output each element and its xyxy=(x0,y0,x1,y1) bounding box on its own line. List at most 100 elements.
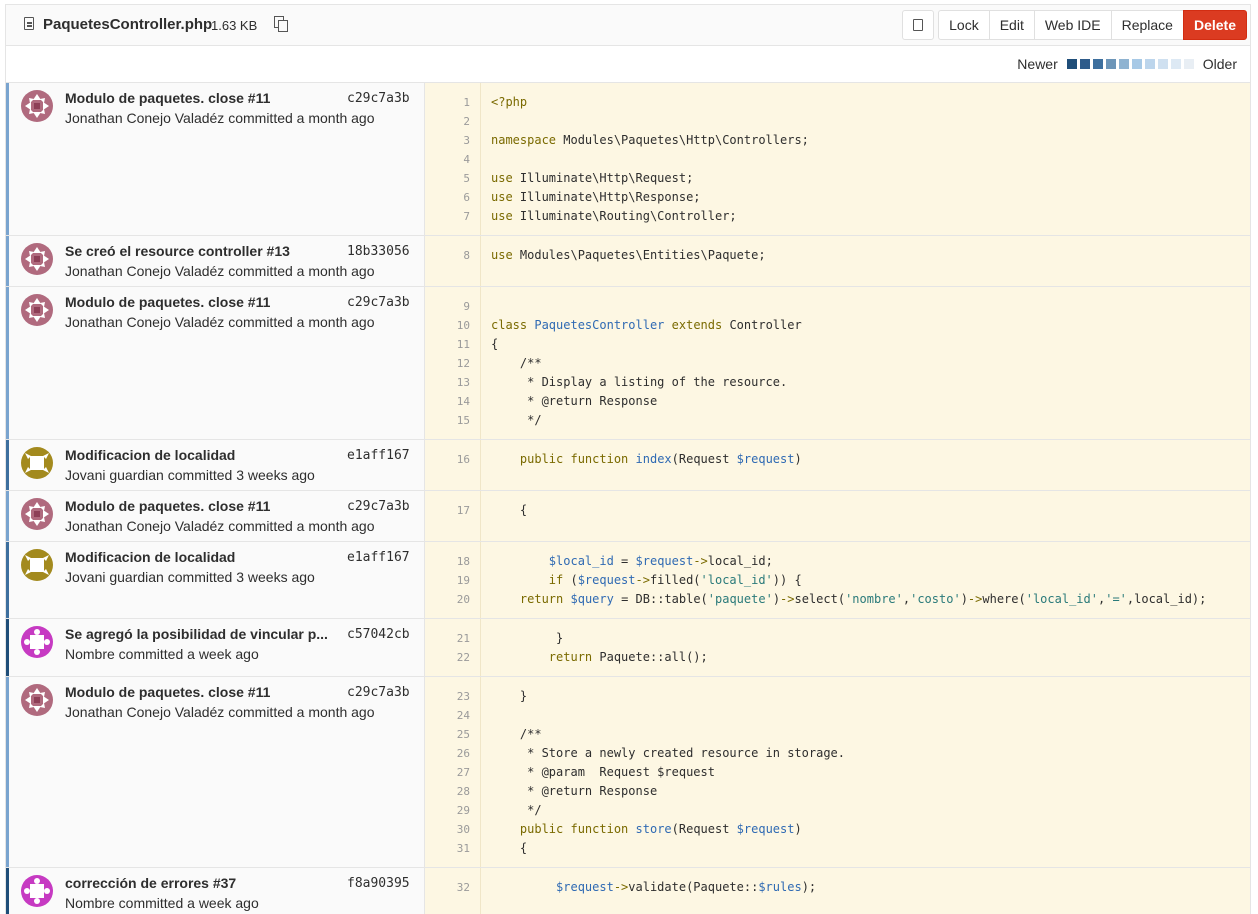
copy-file-path-icon[interactable] xyxy=(274,16,288,32)
line-number[interactable]: 13 xyxy=(425,373,470,392)
commit-sha-link[interactable]: f8a90395 xyxy=(347,876,410,891)
line-number[interactable]: 8 xyxy=(425,246,470,265)
replace-button[interactable]: Replace xyxy=(1110,10,1184,40)
line-number[interactable]: 21 xyxy=(425,629,470,648)
blame-row: Modificacion de localidad e1aff167 Jovani … xyxy=(6,542,1250,619)
web-ide-button[interactable]: Web IDE xyxy=(1033,10,1112,40)
line-number[interactable]: 1 xyxy=(425,93,470,112)
commit-sha-link[interactable]: c57042cb xyxy=(347,627,410,642)
commit-title-link[interactable]: Modificacion de localidad xyxy=(65,549,235,565)
commit-sha-link[interactable]: c29c7a3b xyxy=(347,685,410,700)
commit-author-link[interactable]: Jonathan Conejo Valadéz xyxy=(65,518,224,534)
line-number[interactable]: 19 xyxy=(425,571,470,590)
commit-author-link[interactable]: Jonathan Conejo Valadéz xyxy=(65,704,224,720)
commit-sha-link[interactable]: e1aff167 xyxy=(347,550,410,565)
code-token: $rules xyxy=(758,880,802,894)
line-number[interactable]: 2 xyxy=(425,112,470,131)
delete-button[interactable]: Delete xyxy=(1182,10,1247,40)
line-number[interactable]: 12 xyxy=(425,354,470,373)
avatar-jonathan[interactable] xyxy=(21,684,53,716)
code-token: use xyxy=(491,190,513,204)
line-number[interactable]: 16 xyxy=(425,450,470,469)
commit-sha-link[interactable]: c29c7a3b xyxy=(347,499,410,514)
line-number[interactable]: 22 xyxy=(425,648,470,667)
code-line: return Paquete::all(); xyxy=(491,648,708,667)
avatar-nombre[interactable] xyxy=(21,626,53,658)
avatar-jonathan[interactable] xyxy=(21,498,53,530)
line-number[interactable]: 15 xyxy=(425,411,470,430)
commit-title-link[interactable]: Modulo de paquetes. close #11 xyxy=(65,294,270,310)
line-number[interactable]: 9 xyxy=(425,297,470,316)
commit-sha-link[interactable]: e1aff167 xyxy=(347,448,410,463)
line-number[interactable]: 10 xyxy=(425,316,470,335)
code-line: * Store a newly created resource in stor… xyxy=(491,744,845,763)
legend-swatch xyxy=(1092,59,1103,69)
line-number[interactable]: 5 xyxy=(425,169,470,188)
line-number[interactable]: 31 xyxy=(425,839,470,858)
code-token: $local_id xyxy=(548,554,614,568)
commit-title-link[interactable]: Modulo de paquetes. close #11 xyxy=(65,90,270,106)
avatar-jovani[interactable] xyxy=(21,549,53,581)
line-number[interactable]: 24 xyxy=(425,706,470,725)
line-number[interactable]: 6 xyxy=(425,188,470,207)
line-number[interactable]: 4 xyxy=(425,150,470,169)
file-size: 1.63 KB xyxy=(211,18,258,33)
avatar-jovani[interactable] xyxy=(21,447,53,479)
avatar-jonathan[interactable] xyxy=(21,294,53,326)
code-lines: { xyxy=(481,491,527,541)
commit-author-link[interactable]: Nombre xyxy=(65,895,115,911)
commit-title-link[interactable]: Modulo de paquetes. close #11 xyxy=(65,684,270,700)
code-line: /** xyxy=(491,725,845,744)
commit-sha-link[interactable]: c29c7a3b xyxy=(347,91,410,106)
commit-title-link[interactable]: Modificacion de localidad xyxy=(65,447,235,463)
line-number[interactable]: 27 xyxy=(425,763,470,782)
avatar-jonathan[interactable] xyxy=(21,90,53,122)
line-number[interactable]: 25 xyxy=(425,725,470,744)
line-number[interactable]: 29 xyxy=(425,801,470,820)
avatar-nombre[interactable] xyxy=(21,875,53,907)
commit-title-link[interactable]: Modulo de paquetes. close #11 xyxy=(65,498,270,514)
code-token: $request xyxy=(736,452,795,466)
commit-author-line: Jonathan Conejo Valadéz committed a mont… xyxy=(65,518,375,534)
line-number[interactable]: 17 xyxy=(425,501,470,520)
blame-row: Se agregó la posibilidad de vincular p..… xyxy=(6,619,1250,677)
line-number[interactable]: 7 xyxy=(425,207,470,226)
edit-button[interactable]: Edit xyxy=(988,10,1035,40)
line-number[interactable]: 18 xyxy=(425,552,470,571)
open-raw-button[interactable] xyxy=(902,10,935,40)
commit-sha-link[interactable]: 18b33056 xyxy=(347,244,410,259)
commit-author-link[interactable]: Jonathan Conejo Valadéz xyxy=(65,110,224,126)
line-number[interactable]: 28 xyxy=(425,782,470,801)
line-number[interactable]: 32 xyxy=(425,878,470,897)
commit-author-link[interactable]: Jovani guardian xyxy=(65,569,164,585)
line-number[interactable]: 30 xyxy=(425,820,470,839)
line-number[interactable]: 11 xyxy=(425,335,470,354)
commit-title-link[interactable]: corrección de errores #37 xyxy=(65,875,236,891)
code-token: <?php xyxy=(491,95,528,109)
commit-sha-link[interactable]: c29c7a3b xyxy=(347,295,410,310)
commit-author-link[interactable]: Jonathan Conejo Valadéz xyxy=(65,314,224,330)
commit-title-link[interactable]: Se creó el resource controller #13 xyxy=(65,243,290,259)
commit-time: committed a month ago xyxy=(224,314,375,330)
commit-time: committed a month ago xyxy=(224,704,375,720)
commit-author-link[interactable]: Jonathan Conejo Valadéz xyxy=(65,263,224,279)
line-number[interactable]: 3 xyxy=(425,131,470,150)
commit-title-link[interactable]: Se agregó la posibilidad de vincular p..… xyxy=(65,626,328,642)
blame-file-container: PaquetesController.php 1.63 KB Lock Edit… xyxy=(5,4,1251,914)
file-actions: Lock Edit Web IDE Replace Delete xyxy=(902,10,1247,40)
commit-author-link[interactable]: Jovani guardian xyxy=(65,467,164,483)
code-token: validate(Paquete:: xyxy=(628,880,759,894)
code-token: } xyxy=(491,689,528,703)
line-numbers: 32 xyxy=(425,868,481,914)
commit-author-link[interactable]: Nombre xyxy=(65,646,115,662)
code-token: index xyxy=(635,452,672,466)
line-number[interactable]: 26 xyxy=(425,744,470,763)
line-number[interactable]: 14 xyxy=(425,392,470,411)
line-number[interactable]: 20 xyxy=(425,590,470,609)
line-number[interactable]: 23 xyxy=(425,687,470,706)
lock-button[interactable]: Lock xyxy=(938,10,990,40)
code-token: if xyxy=(548,573,564,587)
code-token: Illuminate\Http\Request; xyxy=(512,171,694,185)
avatar-jonathan[interactable] xyxy=(21,243,53,275)
